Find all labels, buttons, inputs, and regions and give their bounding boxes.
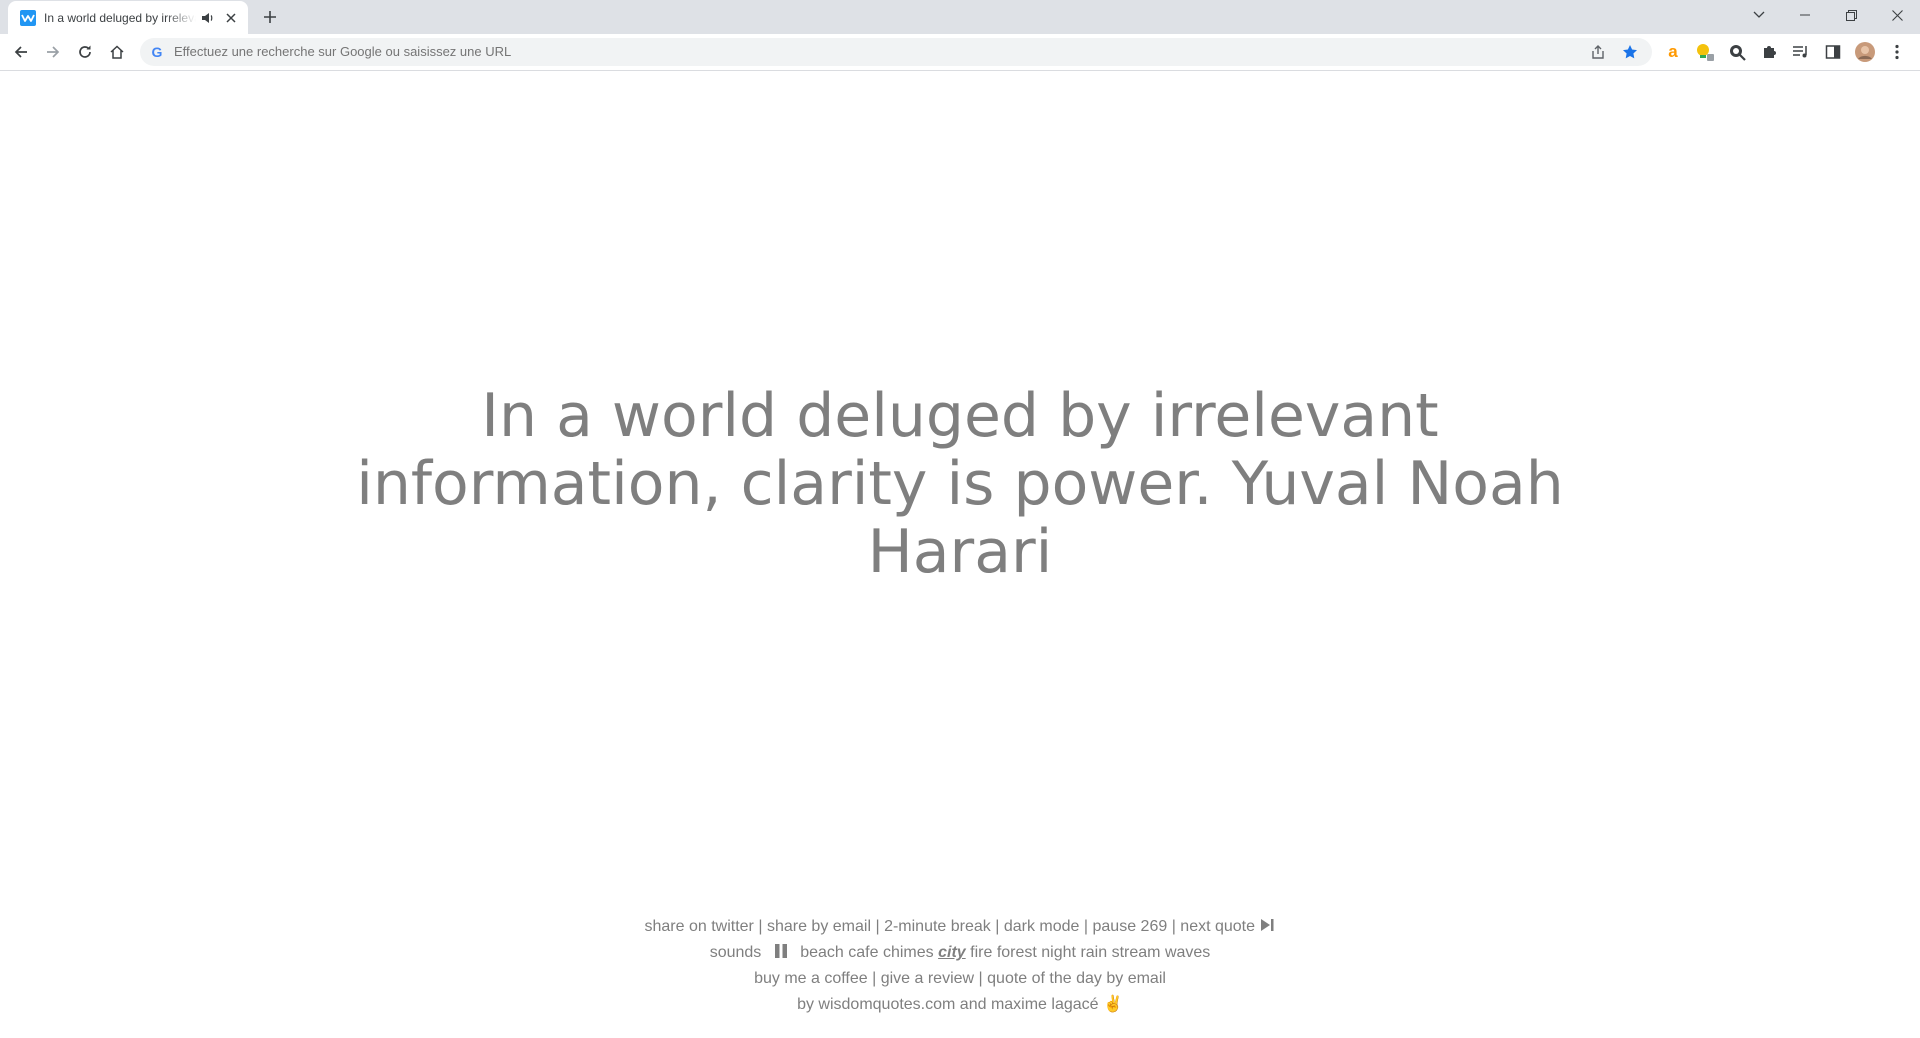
quote-text: In a world deluged by irrelevant informa…: [356, 381, 1564, 587]
sounds-label: sounds: [709, 944, 762, 961]
address-input[interactable]: [174, 38, 1554, 66]
tab-title: In a world deluged by irrelevant informa…: [44, 10, 196, 25]
home-icon[interactable]: [103, 38, 131, 66]
profile-avatar[interactable]: [1855, 42, 1875, 62]
forward-icon[interactable]: [39, 38, 67, 66]
new-tab-button[interactable]: [258, 5, 282, 29]
separator: |: [978, 970, 983, 987]
reload-icon[interactable]: [71, 38, 99, 66]
footer-line-support: buy me a coffee | give a review | quote …: [460, 966, 1460, 992]
separator: |: [1083, 918, 1089, 935]
omnibox[interactable]: G: [140, 38, 1652, 66]
next-track-icon[interactable]: [1259, 917, 1275, 933]
quote-of-day-email-link[interactable]: quote of the day by email: [987, 970, 1166, 987]
two-minute-break-link[interactable]: 2-minute break: [884, 918, 991, 935]
sound-beach[interactable]: beach: [800, 944, 844, 961]
tab-audio-icon[interactable]: [200, 10, 216, 26]
active-tab[interactable]: In a world deluged by irrelevant informa…: [8, 1, 248, 34]
separator: |: [1171, 918, 1176, 935]
separator: |: [758, 918, 763, 935]
footer-line-sounds: sounds beach cafe chimes city fire fores…: [460, 940, 1460, 966]
back-icon[interactable]: [7, 38, 35, 66]
wisdomquotes-favicon: [20, 9, 36, 26]
sound-fire[interactable]: fire: [970, 944, 992, 961]
credit-link[interactable]: by wisdomquotes.com and maxime lagacé: [797, 996, 1098, 1013]
next-quote-link[interactable]: next quote: [1180, 918, 1255, 935]
share-twitter-link[interactable]: share on twitter: [645, 918, 754, 935]
restore-button[interactable]: [1828, 0, 1874, 30]
sound-chimes[interactable]: chimes: [883, 944, 934, 961]
give-review-link[interactable]: give a review: [881, 970, 974, 987]
share-email-link[interactable]: share by email: [767, 918, 871, 935]
close-window-button[interactable]: [1874, 0, 1920, 30]
sound-stream[interactable]: stream: [1112, 944, 1161, 961]
side-panel-icon[interactable]: [1823, 42, 1843, 62]
footer-line-actions: share on twitter | share by email | 2-mi…: [460, 914, 1460, 940]
sounds-pause-icon[interactable]: [772, 943, 790, 959]
separator: |: [995, 918, 1000, 935]
lightbulb-extension-icon[interactable]: [1695, 42, 1715, 62]
sound-forest[interactable]: forest: [997, 944, 1037, 961]
sound-cafe[interactable]: cafe: [848, 944, 878, 961]
sound-rain[interactable]: rain: [1080, 944, 1107, 961]
footer-controls: share on twitter | share by email | 2-mi…: [460, 914, 1460, 1018]
extensions-puzzle-icon[interactable]: [1759, 42, 1779, 62]
media-control-icon[interactable]: [1791, 42, 1811, 62]
tab-search-icon[interactable]: [1736, 0, 1782, 30]
bookmark-star-icon[interactable]: [1620, 42, 1640, 62]
search-extension-icon[interactable]: [1727, 42, 1747, 62]
menu-kebab-icon[interactable]: [1887, 42, 1907, 62]
dark-mode-link[interactable]: dark mode: [1004, 918, 1080, 935]
google-g-icon: G: [151, 44, 163, 60]
sound-waves[interactable]: waves: [1165, 944, 1210, 961]
footer-line-credit: by wisdomquotes.com and maxime lagacé ✌: [460, 992, 1460, 1018]
share-icon[interactable]: [1588, 42, 1608, 62]
minimize-button[interactable]: [1782, 0, 1828, 30]
separator: |: [872, 970, 877, 987]
separator: |: [875, 918, 880, 935]
tab-strip: In a world deluged by irrelevant informa…: [0, 0, 1920, 34]
sound-night[interactable]: night: [1041, 944, 1076, 961]
sound-city-active[interactable]: city: [938, 944, 966, 961]
amazon-extension-icon[interactable]: a: [1663, 42, 1683, 62]
buy-coffee-link[interactable]: buy me a coffee: [754, 970, 868, 987]
browser-toolbar: G a: [0, 34, 1920, 71]
svg-text:a: a: [1668, 43, 1678, 61]
pause-link[interactable]: pause 269: [1093, 918, 1168, 935]
tab-close-icon[interactable]: [222, 9, 240, 27]
victory-hand-emoji: ✌: [1103, 996, 1123, 1013]
